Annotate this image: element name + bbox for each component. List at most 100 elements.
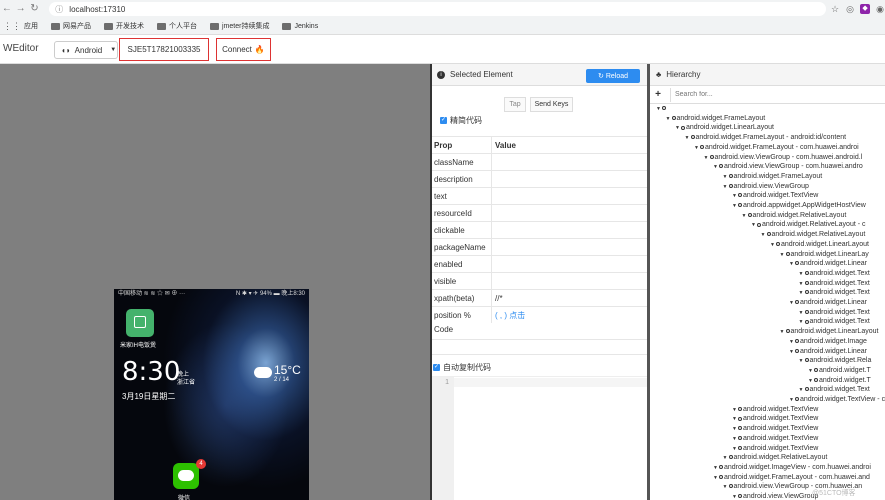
bookmark-item[interactable]: 个人平台 xyxy=(157,21,197,31)
extension-purple-icon[interactable]: ◆ xyxy=(860,4,871,14)
expand-toggle-icon[interactable]: ▼ xyxy=(704,154,710,164)
checkbox-checked-icon[interactable]: ✓ xyxy=(433,364,440,371)
tree-node[interactable]: ▼ android.widget.RelativeLayout - c xyxy=(751,220,866,230)
tree-node-label: android.widget.RelativeLayout xyxy=(771,231,866,239)
tree-node[interactable]: ▼ android.widget.FrameLayout - com.huawei… xyxy=(694,143,859,153)
star-icon[interactable]: ☆ xyxy=(830,4,840,14)
tree-node-label: android.widget.RelativeLayout xyxy=(733,454,828,462)
hierarchy-search-input[interactable] xyxy=(670,87,880,102)
android-icon: ◖◗ xyxy=(61,45,71,55)
device-serial-input[interactable]: SJE5T17821003335 xyxy=(119,38,209,61)
tree-node[interactable]: ▼ android.widget.Text xyxy=(799,279,870,289)
expand-toggle-icon[interactable]: ▼ xyxy=(675,124,681,134)
expand-toggle-icon[interactable]: ▼ xyxy=(770,241,776,251)
tree-node[interactable]: ▼ android.widget.LinearLayout xyxy=(780,327,879,337)
expand-toggle-icon[interactable]: ▼ xyxy=(713,474,719,484)
extension-icon[interactable]: ◎ xyxy=(845,4,855,14)
tree-node[interactable]: ▼ android.widget.T xyxy=(808,376,871,386)
code-output[interactable] xyxy=(432,339,647,355)
phone-screenshot[interactable]: 中国移动 ≋ ≋ ☆ ✉ ⊕ ··· N ✱ ▾ ✈ 94% ▬ 晚上8:30 … xyxy=(114,289,309,500)
expand-toggle-icon[interactable]: ▼ xyxy=(780,328,786,338)
rice-cooker-app-icon[interactable] xyxy=(126,309,154,337)
platform-select[interactable]: ◖◗ Android ▼ xyxy=(54,41,118,59)
expand-toggle-icon[interactable]: ▼ xyxy=(694,144,700,154)
tree-node[interactable]: ▼ android.widget.TextView xyxy=(732,434,818,444)
bookmark-item[interactable]: Jenkins xyxy=(282,22,318,30)
wechat-label: 微信 xyxy=(178,496,191,500)
bookmark-item[interactable]: jmeter持续集成 xyxy=(210,21,269,31)
simplify-code-checkbox[interactable]: ✓ 精简代码 xyxy=(440,115,482,126)
tree-node[interactable]: ▼ android.widget.LinearLay xyxy=(780,250,869,260)
tree-node[interactable]: ▼ android.widget.TextView xyxy=(732,424,818,434)
code-editor[interactable]: 1 xyxy=(432,376,647,500)
expand-toggle-icon[interactable]: ▼ xyxy=(685,134,691,144)
profile-icon[interactable]: ◉ xyxy=(875,4,885,14)
tree-node-label: android.widget.LinearLayout xyxy=(686,124,774,132)
auto-copy-checkbox[interactable]: ✓ 自动复制代码 xyxy=(433,362,491,373)
tree-node[interactable]: ▼ android.widget.TextView xyxy=(732,444,818,454)
tree-node[interactable]: ▼ android.widget.Text xyxy=(799,385,870,395)
address-bar[interactable]: ⓘ localhost:17310 xyxy=(49,2,827,16)
tree-node[interactable]: ▼ android.widget.TextView xyxy=(732,405,818,415)
checkbox-checked-icon[interactable]: ✓ xyxy=(440,117,447,124)
reload-button[interactable]: ↻ Reload xyxy=(586,69,640,83)
expand-toggle-icon[interactable]: ▼ xyxy=(666,115,672,125)
tree-node[interactable]: ▼ android.widget.FrameLayout - android:id… xyxy=(685,133,847,143)
wechat-app-icon[interactable] xyxy=(173,463,199,489)
expand-toggle-icon[interactable]: ▼ xyxy=(751,221,757,231)
expand-toggle-icon[interactable]: ▼ xyxy=(799,357,805,367)
tree-node[interactable]: ▼ android.widget.Linear xyxy=(789,259,867,269)
tree-node[interactable]: ▼ android.widget.TextView xyxy=(732,414,818,424)
tree-node[interactable]: ▼ android.widget.Linear xyxy=(789,347,867,357)
tree-node[interactable]: ▼ android.widget.LinearLayout xyxy=(675,123,774,133)
tree-node[interactable]: ▼ android.widget.ImageView - com.huawei.a… xyxy=(713,463,871,473)
tree-node[interactable]: ▼ android.widget.Text xyxy=(799,317,870,327)
tree-node[interactable]: ▼ android.widget.T xyxy=(808,366,871,376)
bookmark-item[interactable]: 网易产品 xyxy=(51,21,91,31)
node-icon xyxy=(738,203,742,208)
tree-node[interactable]: ▼ android.widget.Linear xyxy=(789,298,867,308)
tree-node[interactable]: ▼ android.widget.Rela xyxy=(799,356,872,366)
tree-node[interactable]: ▼ android.widget.Text xyxy=(799,269,870,279)
expand-toggle-icon[interactable]: ▼ xyxy=(789,348,795,358)
plus-icon[interactable]: + xyxy=(650,89,666,100)
watermark: @51CTO博客 xyxy=(812,490,856,497)
bookmark-item[interactable]: ⋮⋮ 应用 xyxy=(3,21,38,32)
bookmark-item[interactable]: 开发技术 xyxy=(104,21,144,31)
expand-toggle-icon[interactable]: ▼ xyxy=(780,251,786,261)
tree-node-label: android.view.ViewGroup xyxy=(733,182,809,190)
expand-toggle-icon[interactable]: ▼ xyxy=(742,212,748,222)
tap-button[interactable]: Tap xyxy=(504,97,526,112)
tree-node[interactable]: ▼ android.widget.FrameLayout xyxy=(723,172,823,182)
back-arrow-icon[interactable]: ← xyxy=(0,2,14,16)
reload-icon[interactable]: ↻ xyxy=(28,2,42,16)
tree-node[interactable]: ▼android.widget.TextView - com.h xyxy=(789,395,885,405)
tree-node[interactable]: ▼ android.widget.FrameLayout xyxy=(666,114,766,124)
tree-node[interactable]: ▼ android.widget.Text xyxy=(799,308,870,318)
expand-toggle-icon[interactable]: ▼ xyxy=(723,183,729,193)
tree-node[interactable]: ▼ android.widget.FrameLayout - com.huawei… xyxy=(713,473,870,483)
tree-node[interactable]: ▼ android.appwidget.AppWidgetHostView xyxy=(732,201,866,211)
tree-node[interactable]: ▼ android.widget.RelativeLayout xyxy=(761,230,866,240)
tree-node[interactable]: ▼ android.widget.LinearLayout xyxy=(770,240,869,250)
tree-node[interactable]: ▼ android.view.ViewGroup - com.huawei.and… xyxy=(713,162,863,172)
send-keys-button[interactable]: Send Keys xyxy=(530,97,573,112)
tree-node[interactable]: ▼ android.widget.TextView xyxy=(732,191,818,201)
tree-node[interactable]: ▼ android.view.ViewGroup - com.huawei.and… xyxy=(704,153,863,163)
expand-toggle-icon[interactable]: ▼ xyxy=(723,483,729,493)
prop-row: text xyxy=(432,187,647,204)
info-icon[interactable]: ⓘ xyxy=(55,4,63,15)
expand-toggle-icon[interactable]: ▼ xyxy=(761,231,767,241)
tree-node[interactable]: ▼ android.view.ViewGroup xyxy=(732,492,818,500)
tree-node[interactable]: ▼ android.view.ViewGroup xyxy=(723,182,809,192)
tree-node[interactable]: ▼ android.widget.Image xyxy=(789,337,867,347)
tree-node[interactable]: ▼ android.widget.Text xyxy=(799,288,870,298)
tree-node[interactable]: ▼ android.widget.RelativeLayout xyxy=(723,453,828,463)
clock: 8:30 xyxy=(122,357,181,387)
forward-arrow-icon[interactable]: → xyxy=(14,2,28,16)
tree-node[interactable]: ▼ android.widget.RelativeLayout xyxy=(742,211,847,221)
tree-node[interactable]: ▼ xyxy=(656,104,667,114)
column-header: Value xyxy=(495,141,516,150)
prop-value xyxy=(492,171,495,187)
connect-button[interactable]: Connect 🔥 xyxy=(216,38,271,61)
